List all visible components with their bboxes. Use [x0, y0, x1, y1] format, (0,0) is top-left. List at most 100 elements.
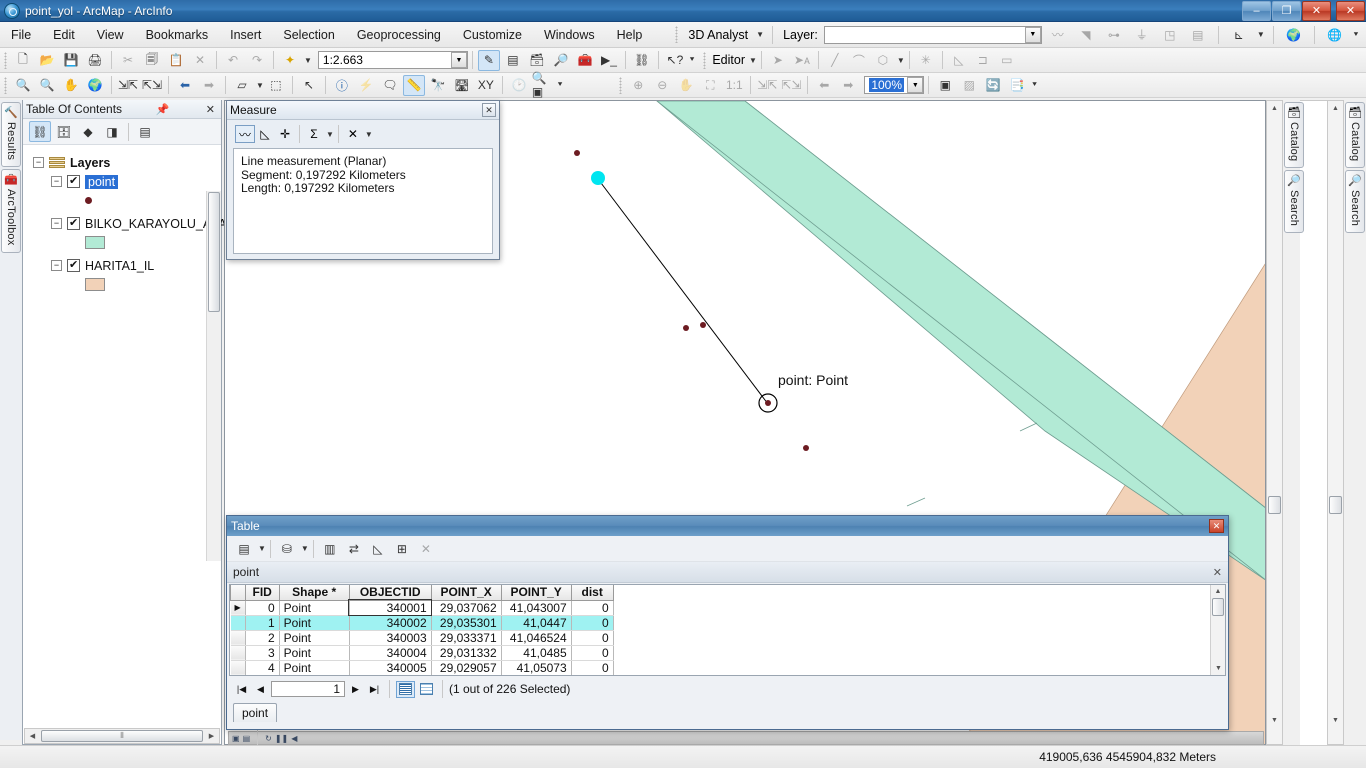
data-driven-pages-icon[interactable]: 📑 [1006, 75, 1028, 96]
column-header-objectid[interactable]: OBJECTID [349, 585, 432, 601]
side-tab-search[interactable]: 🔎 Search [1284, 170, 1304, 234]
print-icon[interactable]: 🖨 [84, 50, 106, 71]
list-by-source-icon[interactable]: 🗄 [53, 121, 75, 142]
toc-symbol-harita[interactable] [29, 275, 221, 294]
arcscene-icon[interactable]: 🌍 [1283, 24, 1305, 45]
change-layout-icon[interactable]: 🔄 [982, 75, 1004, 96]
toolbar-overflow-icon[interactable]: ⯆ [1029, 80, 1037, 90]
edit-tool-icon[interactable]: ➤ [767, 50, 789, 71]
delete-icon[interactable]: ✕ [189, 50, 211, 71]
scroll-left-icon[interactable]: ◀ [291, 734, 297, 743]
arctoolbox-window-icon[interactable]: 🧰 [574, 50, 596, 71]
redo-icon[interactable]: ↷ [246, 50, 268, 71]
go-forward-extent-icon[interactable]: ➡ [198, 75, 220, 96]
layer-visibility-checkbox[interactable] [67, 216, 80, 230]
new-document-icon[interactable]: 🗋 [12, 50, 34, 71]
scroll-up-arrow-icon[interactable]: ▲ [1328, 101, 1343, 116]
toc-horizontal-scrollbar[interactable]: ◀ ⦀ ▶ [24, 728, 220, 744]
toc-options-icon[interactable]: ▤ [134, 121, 156, 142]
chevron-down-icon[interactable]: ▼ [907, 77, 924, 93]
edit-vertices-icon[interactable]: ⬡ [872, 50, 894, 71]
trace-icon[interactable]: ◺ [948, 50, 970, 71]
row-current-indicator[interactable] [230, 660, 246, 675]
minimize-button[interactable]: – [1242, 0, 1271, 21]
toc-symbol-bilko[interactable] [29, 233, 221, 252]
pan-layout-icon[interactable]: ✋ [675, 75, 697, 96]
map-scale-combo[interactable]: 1:2.663 ▼ [317, 51, 468, 69]
scroll-left-arrow-icon[interactable]: ◀ [25, 732, 40, 740]
table-titlebar[interactable]: Table ✕ [227, 516, 1228, 536]
list-by-selection-icon[interactable]: ◨ [101, 121, 123, 142]
table-layer-tab[interactable]: point ✕ [227, 562, 1228, 583]
row-current-indicator[interactable] [230, 615, 246, 631]
python-window-icon[interactable]: ▶_ [598, 50, 620, 71]
menu-customize[interactable]: Customize [452, 24, 533, 46]
back-layout-icon[interactable]: ⬅ [813, 75, 835, 96]
go-back-extent-icon[interactable]: ⬅ [174, 75, 196, 96]
menu-selection[interactable]: Selection [272, 24, 345, 46]
cut-icon[interactable]: ✂ [117, 50, 139, 71]
chevron-down-icon[interactable]: ▼ [324, 130, 334, 139]
table-row[interactable]: 2 Point 340003 29,033371 41,046524 0 [230, 630, 614, 646]
column-header-dist[interactable]: dist [571, 585, 614, 601]
select-elements-icon[interactable]: ↖ [298, 75, 320, 96]
switch-selection-icon[interactable]: ⇄ [343, 538, 365, 559]
column-header-point-x[interactable]: POINT_X [431, 585, 502, 601]
scrollbar-thumb[interactable] [1268, 496, 1281, 514]
zoom-100-percent-icon[interactable]: 1:1 [723, 75, 745, 96]
side-tab-catalog[interactable]: 🗃 Catalog [1284, 102, 1304, 169]
side-tab-catalog-2[interactable]: 🗃 Catalog [1345, 102, 1365, 169]
go-to-xy-icon[interactable]: XY [475, 75, 497, 96]
refresh-icon[interactable]: ↻ [265, 734, 272, 743]
clear-selected-features-icon[interactable]: ⬚ [265, 75, 287, 96]
chevron-down-icon[interactable]: ▼ [747, 56, 757, 65]
collapse-icon[interactable]: − [51, 176, 62, 187]
chevron-down-icon[interactable]: ▼ [1024, 26, 1041, 43]
menu-insert[interactable]: Insert [219, 24, 272, 46]
list-by-drawing-order-icon[interactable]: ⛓ [29, 121, 51, 142]
toggle-draft-mode-icon[interactable]: ▣ [934, 75, 956, 96]
clear-selection-icon[interactable]: ✕ [415, 538, 437, 559]
row-current-indicator[interactable]: ▶ [230, 600, 246, 616]
menu-view[interactable]: View [86, 24, 135, 46]
split-icon[interactable]: ⊐ [972, 50, 994, 71]
collapse-icon[interactable]: − [51, 260, 62, 271]
menu-file[interactable]: File [0, 24, 42, 46]
restore-button[interactable]: ❐ [1272, 0, 1301, 21]
column-header-shape[interactable]: Shape * [279, 585, 350, 601]
fixed-zoom-out-icon[interactable]: ⇱⇲ [141, 75, 163, 96]
menu-bookmarks[interactable]: Bookmarks [135, 24, 220, 46]
pin-icon[interactable]: 📌 [153, 103, 173, 116]
related-tables-icon[interactable]: ⛁ [276, 538, 298, 559]
edit-annotation-icon[interactable]: ➤ᴀ [791, 50, 813, 71]
create-profile-icon[interactable]: ⏚ [1131, 24, 1153, 45]
list-by-visibility-icon[interactable]: ◆ [77, 121, 99, 142]
close-button[interactable]: ✕ [1302, 0, 1331, 21]
zoom-to-selected-icon[interactable]: ◺ [367, 538, 389, 559]
editor-menu-label[interactable]: Editor [710, 53, 747, 67]
table-row[interactable]: ▶ 0 Point 340001 29,037062 41,043007 0 [230, 599, 614, 616]
clear-measure-icon[interactable]: ✕ [343, 125, 363, 143]
layout-view-icon[interactable]: ▤ [243, 734, 251, 743]
chevron-down-icon[interactable]: ▼ [302, 56, 312, 65]
chevron-down-icon[interactable]: ▼ [450, 52, 467, 68]
scroll-down-arrow-icon[interactable]: ▼ [1211, 662, 1225, 675]
add-field-icon[interactable]: ⊞ [391, 538, 413, 559]
analyst-menu-label[interactable]: 3D Analyst [686, 28, 750, 42]
last-record-button[interactable]: ▶| [366, 681, 383, 697]
find-icon[interactable]: 🔭 [427, 75, 449, 96]
model-builder-icon[interactable]: ⛓ [631, 50, 653, 71]
fixed-zoom-out-layout-icon[interactable]: ⇱⇲ [780, 75, 802, 96]
side-tab-search-2[interactable]: 🔎 Search [1345, 170, 1365, 234]
point-symbol-swatch[interactable] [85, 197, 92, 204]
editor-toolbar-icon[interactable]: ✎ [477, 49, 500, 71]
close-icon[interactable]: ✕ [1213, 566, 1222, 579]
menu-help[interactable]: Help [606, 24, 654, 46]
zoom-out-icon[interactable]: 🔍 [36, 75, 58, 96]
interpolate-line-icon[interactable]: 〰 [1047, 24, 1069, 45]
chevron-down-icon[interactable]: ▼ [895, 56, 905, 65]
point-feature[interactable] [700, 322, 706, 328]
data-view-icon[interactable]: ▣ [232, 734, 240, 743]
toc-symbol-point[interactable] [29, 191, 221, 210]
chevron-down-icon[interactable]: ▼ [299, 544, 309, 553]
